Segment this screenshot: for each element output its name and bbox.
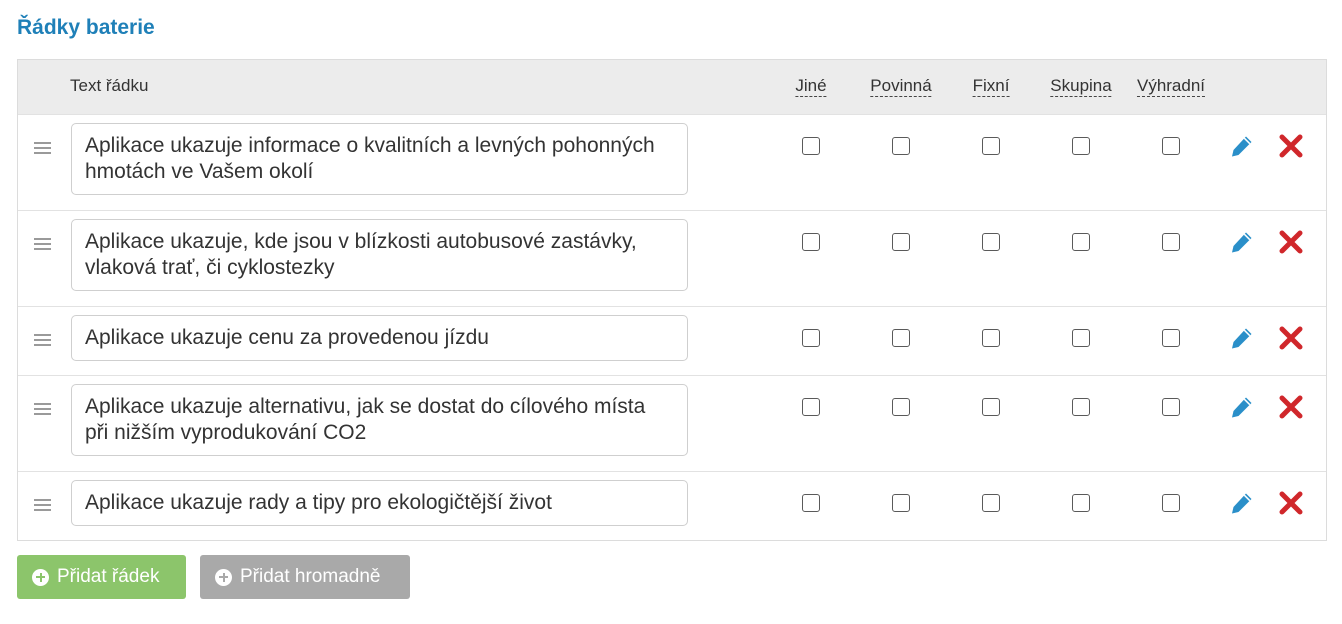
checkbox-exclusive[interactable]	[1162, 398, 1180, 416]
add-row-button[interactable]: Přidat řádek	[17, 555, 186, 599]
pencil-icon[interactable]	[1230, 491, 1254, 515]
checkbox-exclusive[interactable]	[1162, 329, 1180, 347]
checkbox-exclusive[interactable]	[1162, 137, 1180, 155]
checkbox-required[interactable]	[892, 494, 910, 512]
checkbox-fixed[interactable]	[982, 137, 1000, 155]
checkbox-required[interactable]	[892, 398, 910, 416]
pencil-icon[interactable]	[1230, 230, 1254, 254]
table-row: Aplikace ukazuje, kde jsou v blízkosti a…	[18, 210, 1326, 306]
drag-handle-icon[interactable]	[34, 499, 51, 514]
pencil-icon[interactable]	[1230, 134, 1254, 158]
checkbox-other[interactable]	[802, 137, 820, 155]
drag-handle-icon[interactable]	[34, 142, 51, 157]
battery-rows-table: Text řádku Jiné Povinná Fixní Skupina Vý…	[17, 59, 1327, 541]
delete-x-icon[interactable]	[1278, 133, 1304, 159]
header-other[interactable]: Jiné	[795, 76, 827, 97]
header-exclusive[interactable]: Výhradní	[1136, 76, 1206, 97]
checkbox-required[interactable]	[892, 329, 910, 347]
delete-x-icon[interactable]	[1278, 229, 1304, 255]
checkbox-required[interactable]	[892, 233, 910, 251]
add-bulk-label: Přidat hromadně	[240, 566, 381, 587]
delete-x-icon[interactable]	[1278, 490, 1304, 516]
header-fixed[interactable]: Fixní	[972, 76, 1010, 97]
table-header: Text řádku Jiné Povinná Fixní Skupina Vý…	[18, 60, 1326, 114]
pencil-icon[interactable]	[1230, 395, 1254, 419]
drag-handle-icon[interactable]	[34, 334, 51, 349]
row-text-input[interactable]: Aplikace ukazuje cenu za provedenou jízd…	[71, 315, 688, 361]
delete-x-icon[interactable]	[1278, 394, 1304, 420]
checkbox-fixed[interactable]	[982, 329, 1000, 347]
plus-circle-icon	[215, 568, 232, 586]
checkbox-fixed[interactable]	[982, 494, 1000, 512]
add-row-label: Přidat řádek	[57, 566, 160, 587]
checkbox-other[interactable]	[802, 233, 820, 251]
delete-x-icon[interactable]	[1278, 325, 1304, 351]
checkbox-group[interactable]	[1072, 329, 1090, 347]
checkbox-group[interactable]	[1072, 233, 1090, 251]
checkbox-other[interactable]	[802, 329, 820, 347]
row-text-input[interactable]: Aplikace ukazuje alternativu, jak se dos…	[71, 384, 688, 456]
plus-circle-icon	[32, 568, 49, 586]
drag-handle-icon[interactable]	[34, 238, 51, 253]
row-text-input[interactable]: Aplikace ukazuje rady a tipy pro ekologi…	[71, 480, 688, 526]
header-text-column: Text řádku	[70, 76, 149, 95]
table-row: Aplikace ukazuje informace o kvalitních …	[18, 114, 1326, 210]
row-text-input[interactable]: Aplikace ukazuje, kde jsou v blízkosti a…	[71, 219, 688, 291]
header-group[interactable]: Skupina	[1050, 76, 1112, 97]
checkbox-fixed[interactable]	[982, 233, 1000, 251]
pencil-icon[interactable]	[1230, 326, 1254, 350]
checkbox-exclusive[interactable]	[1162, 233, 1180, 251]
table-row: Aplikace ukazuje rady a tipy pro ekologi…	[18, 471, 1326, 540]
checkbox-exclusive[interactable]	[1162, 494, 1180, 512]
checkbox-required[interactable]	[892, 137, 910, 155]
header-required[interactable]: Povinná	[870, 76, 932, 97]
row-text-input[interactable]: Aplikace ukazuje informace o kvalitních …	[71, 123, 688, 195]
checkbox-other[interactable]	[802, 398, 820, 416]
add-bulk-button[interactable]: Přidat hromadně	[200, 555, 410, 599]
drag-handle-icon[interactable]	[34, 403, 51, 418]
table-row: Aplikace ukazuje cenu za provedenou jízd…	[18, 306, 1326, 375]
checkbox-group[interactable]	[1072, 137, 1090, 155]
section-title: Řádky baterie	[17, 16, 155, 39]
table-row: Aplikace ukazuje alternativu, jak se dos…	[18, 375, 1326, 471]
checkbox-group[interactable]	[1072, 494, 1090, 512]
checkbox-fixed[interactable]	[982, 398, 1000, 416]
checkbox-group[interactable]	[1072, 398, 1090, 416]
checkbox-other[interactable]	[802, 494, 820, 512]
